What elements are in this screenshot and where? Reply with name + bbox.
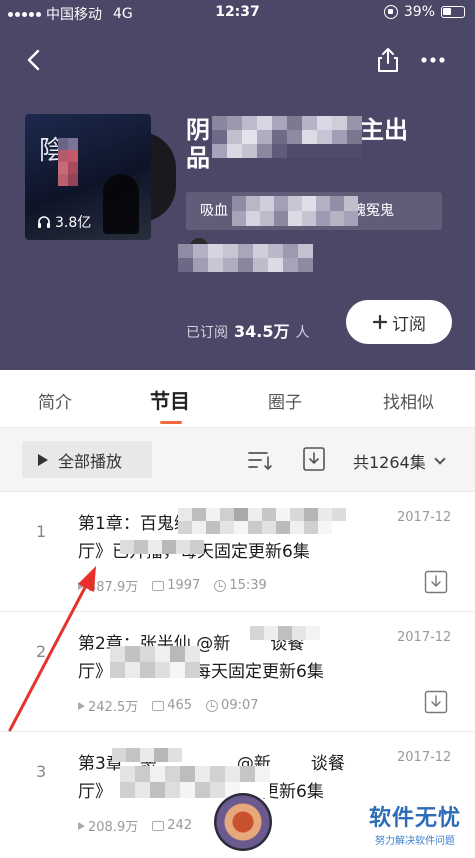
episode-index: 1 <box>36 522 47 541</box>
plus-icon <box>372 314 388 330</box>
download-icon[interactable] <box>424 570 448 594</box>
battery-percent: 39% <box>403 4 435 20</box>
cover-figure <box>103 174 139 234</box>
chevron-down-icon <box>434 453 446 465</box>
play-count-value: 3.8亿 <box>55 215 92 231</box>
album-title-line2: 品 <box>186 144 210 172</box>
play-count: 387.9万 <box>88 580 139 595</box>
clock-icon <box>214 579 227 592</box>
announcer-mosaic <box>178 244 313 272</box>
tab-episodes[interactable]: 节目 <box>150 385 190 414</box>
comment-icon <box>152 820 165 831</box>
tab-active-indicator <box>160 421 182 424</box>
episode-title-part: 更新6集 <box>262 782 324 802</box>
more-icon[interactable] <box>418 46 448 74</box>
episode-title-part: 每天固定更新6集 <box>194 662 324 682</box>
episode-meta: 387.9万 1997 15:39 <box>78 576 267 595</box>
album-title-start: 阴 <box>186 116 210 144</box>
episode-title-mosaic <box>112 748 182 762</box>
play-count: 242.5万 <box>88 700 139 715</box>
headphones-icon <box>38 216 50 228</box>
author-name-start: 吸血 <box>200 203 228 219</box>
subscriber-count: 已订阅 34.5万 人 <box>186 318 309 342</box>
album-title-end: 主出 <box>360 116 408 144</box>
play-count: 208.9万 <box>88 820 139 835</box>
plays-icon <box>78 821 85 830</box>
episode-title-part: 谈餐 <box>310 754 345 774</box>
comment-count: 1997 <box>167 578 201 593</box>
sort-icon[interactable] <box>247 448 273 472</box>
episode-title-mosaic <box>250 626 334 640</box>
mini-player-button[interactable] <box>214 793 272 851</box>
episode-title-mosaic <box>120 540 204 554</box>
episode-date: 2017-12 <box>397 630 452 645</box>
plays-icon <box>78 701 85 710</box>
watermark: 软件无忧 努力解决软件问题 <box>355 800 475 847</box>
plays-icon <box>78 581 85 590</box>
duration: 09:07 <box>221 698 259 713</box>
download-icon[interactable] <box>424 690 448 714</box>
subscribed-number: 34.5万 <box>234 322 290 341</box>
comment-icon <box>152 580 165 591</box>
status-bar: 中国移动 4G 12:37 39% <box>0 0 475 26</box>
duration: 15:39 <box>229 578 267 593</box>
tab-circle[interactable]: 圈子 <box>268 388 302 413</box>
rotation-lock-icon <box>383 5 398 19</box>
episode-title-mosaic <box>178 508 346 534</box>
subscribe-label: 订阅 <box>392 314 426 335</box>
cover-mosaic <box>58 138 78 186</box>
tab-similar[interactable]: 找相似 <box>383 388 434 413</box>
author-mosaic <box>232 196 358 226</box>
clock-icon <box>206 699 219 712</box>
episode-meta: 208.9万 242 <box>78 816 192 835</box>
back-icon[interactable] <box>22 46 48 74</box>
episode-meta: 242.5万 465 09:07 <box>78 696 259 715</box>
episode-title-part: 厅》 <box>78 662 112 682</box>
tab-intro[interactable]: 简介 <box>38 388 72 413</box>
album-header: 中国移动 4G 12:37 39% 陰 3.8亿 阴 主出 品 吸血 阴魂冤鬼 … <box>0 0 475 370</box>
title-mosaic <box>212 116 362 158</box>
episode-index: 3 <box>36 762 47 781</box>
episode-date: 2017-12 <box>397 510 452 525</box>
episode-count-selector[interactable]: 共1264集 <box>353 449 446 473</box>
episode-title-mosaic <box>110 646 200 678</box>
episode-date: 2017-12 <box>397 750 452 765</box>
share-icon[interactable] <box>374 46 402 74</box>
batch-download-icon[interactable] <box>302 446 326 472</box>
episode-index: 2 <box>36 642 47 661</box>
battery-icon <box>441 6 465 18</box>
watermark-title: 软件无忧 <box>368 806 461 831</box>
album-cover[interactable]: 陰 3.8亿 <box>25 114 151 240</box>
episode-toolbar: 全部播放 共1264集 <box>0 428 475 492</box>
subscribed-unit: 人 <box>295 325 310 341</box>
watermark-subtitle: 努力解决软件问题 <box>375 836 455 847</box>
play-all-label: 全部播放 <box>58 451 123 471</box>
subscribed-label: 已订阅 <box>186 325 228 341</box>
play-icon <box>38 453 48 466</box>
tab-bar: 简介 节目 圈子 找相似 <box>0 370 475 428</box>
comment-count: 242 <box>167 818 193 833</box>
comment-count: 465 <box>167 698 193 713</box>
subscribe-button[interactable]: 订阅 <box>346 300 452 344</box>
nav-bar <box>0 40 475 80</box>
play-all-button[interactable]: 全部播放 <box>22 441 152 478</box>
episode-row[interactable]: 2 第2章：张半仙 @新 谈餐 厅》 每天固定更新6集 2017-12 242.5万… <box>0 612 475 732</box>
episode-count-label: 共1264集 <box>353 453 426 472</box>
comment-icon <box>152 700 165 711</box>
cover-play-count: 3.8亿 <box>37 212 91 232</box>
episode-title-part: 厅》 <box>78 782 112 802</box>
